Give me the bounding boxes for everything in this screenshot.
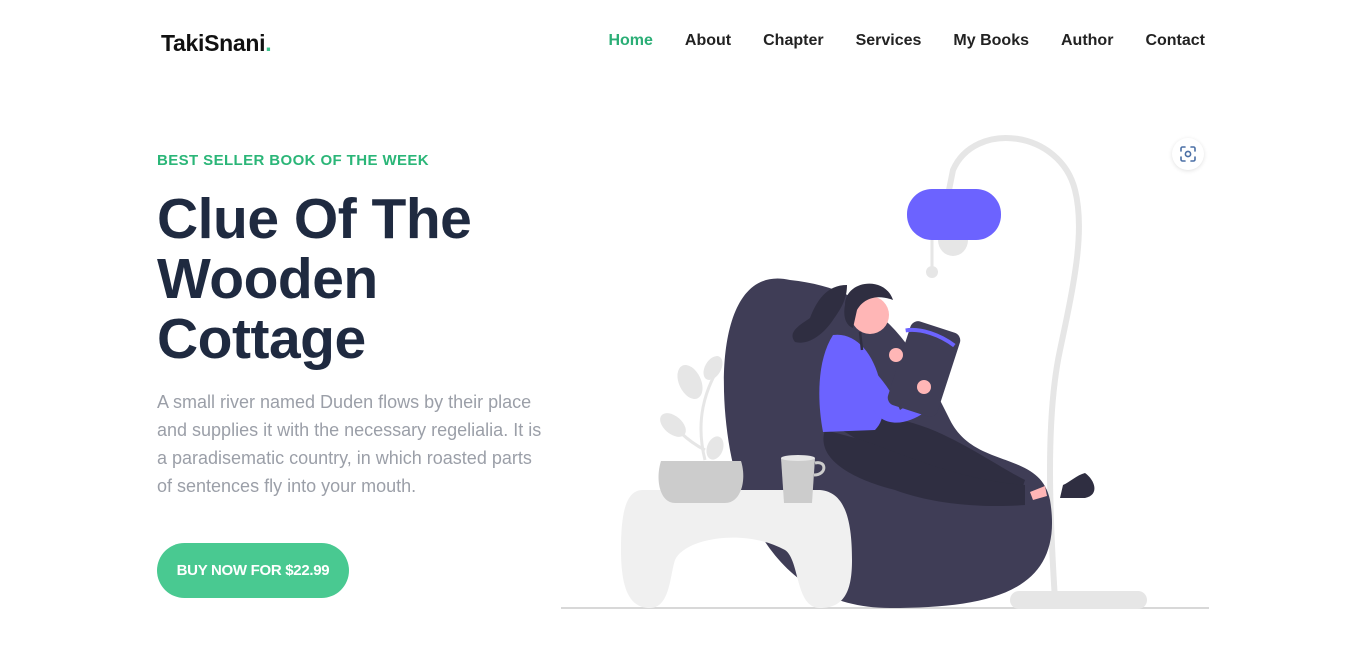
hero-title-line: Wooden — [157, 247, 378, 311]
main-nav: Home About Chapter Services My Books Aut… — [576, 32, 1205, 50]
hero-section: BEST SELLER BOOK OF THE WEEK Clue Of The… — [157, 152, 557, 598]
reading-illustration — [561, 135, 1209, 609]
nav-item-author[interactable]: Author — [1061, 32, 1113, 50]
nav-item-about[interactable]: About — [685, 32, 731, 50]
hero-description: A small river named Duden flows by their… — [157, 392, 542, 496]
brand-dot: . — [265, 30, 272, 56]
nav-item-home[interactable]: Home — [608, 32, 652, 50]
lamp-shade — [907, 189, 1001, 240]
buy-now-button[interactable]: BUY NOW FOR $22.99 — [157, 543, 349, 598]
brand-logo[interactable]: TakiSnani. — [161, 30, 272, 57]
navbar: TakiSnani. Home About Chapter Services M… — [0, 0, 1365, 84]
nav-item-my-books[interactable]: My Books — [953, 32, 1029, 50]
nav-item-services[interactable]: Services — [856, 32, 922, 50]
nav-item-contact[interactable]: Contact — [1145, 32, 1205, 50]
hero-title-line: Clue Of The — [157, 187, 472, 251]
hero-title: Clue Of The Wooden Cottage — [157, 189, 557, 369]
hero-title-line: Cottage — [157, 307, 366, 371]
nav-item-chapter[interactable]: Chapter — [763, 32, 823, 50]
side-table — [621, 490, 852, 608]
brand-name: TakiSnani — [161, 30, 266, 56]
hero-eyebrow: BEST SELLER BOOK OF THE WEEK — [157, 152, 430, 169]
